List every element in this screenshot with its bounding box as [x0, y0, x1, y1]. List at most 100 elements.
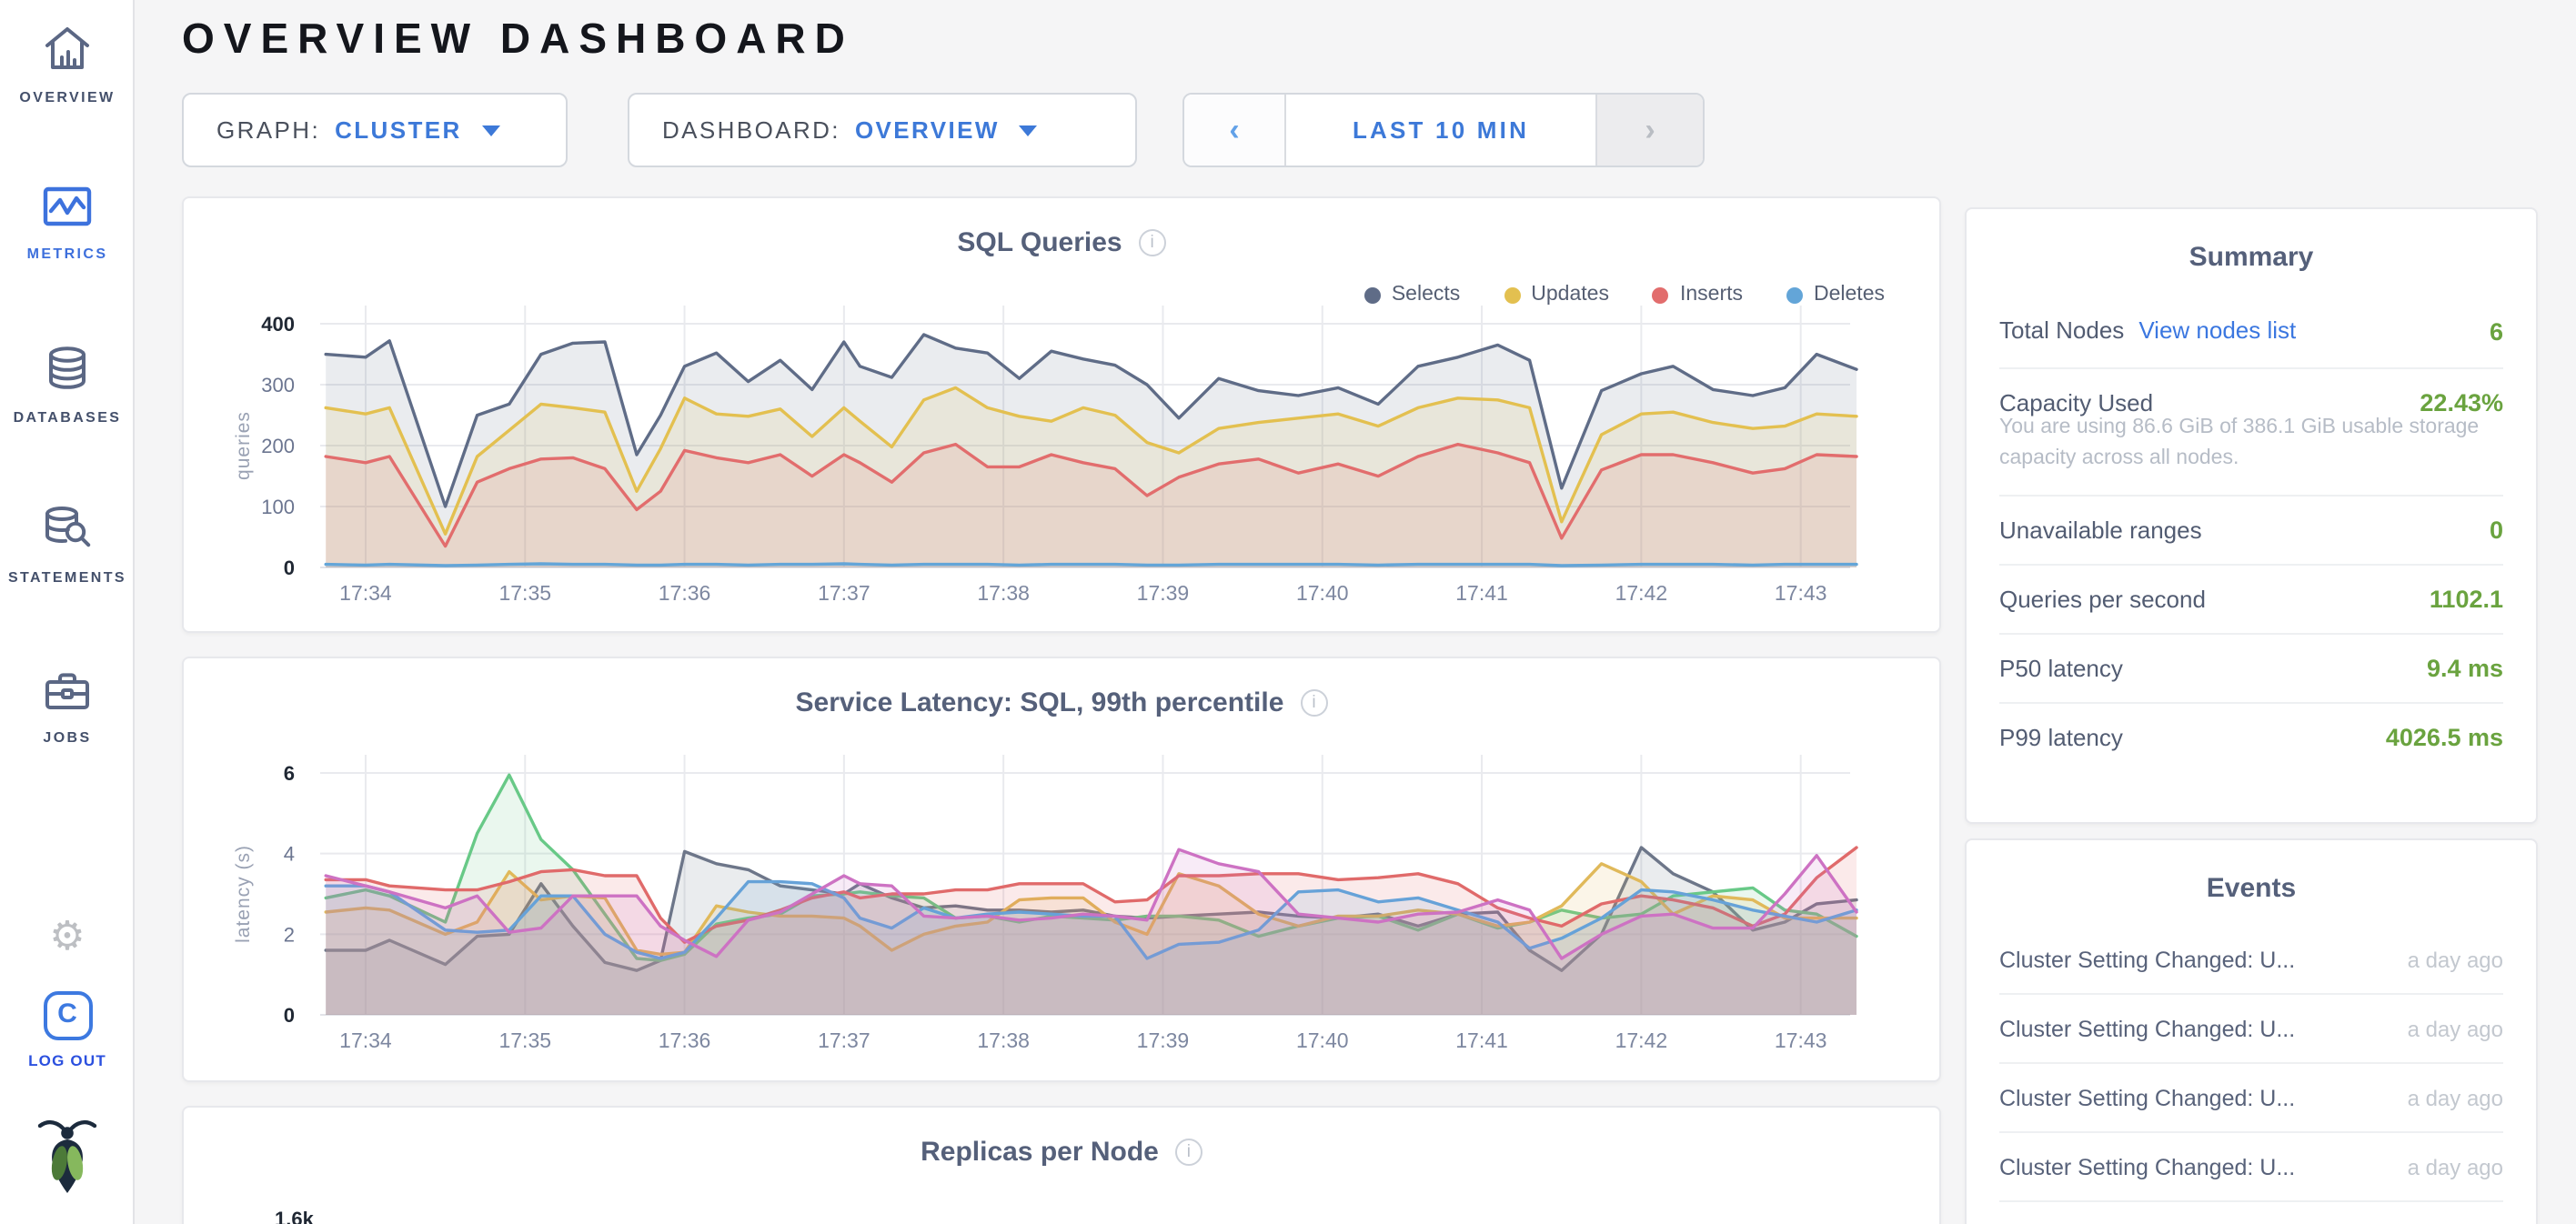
service-latency-chart: 0 2 4 6 17:34 17:35 17:36 17:37 17:38 17:39 17:40 1…	[184, 658, 1943, 1084]
time-prev-button[interactable]: ‹	[1184, 95, 1284, 166]
statements-search-icon	[40, 502, 95, 557]
time-range-selector: ‹ LAST 10 MIN ›	[1182, 93, 1705, 167]
event-title: Cluster Setting Changed: U...	[1999, 1016, 2295, 1041]
unavailable-ranges-value: 0	[2490, 516, 2503, 543]
event-row[interactable]: Cluster Setting Changed: U... a day ago	[1999, 993, 2503, 1062]
service-latency-panel: Service Latency: SQL, 99th percentilei 0…	[182, 657, 1941, 1082]
cockroach-bug-icon	[29, 1113, 106, 1197]
svg-text:17:40: 17:40	[1296, 581, 1349, 605]
home-icon	[40, 22, 95, 76]
sidebar-item-label: METRICS	[0, 246, 135, 262]
svg-text:17:36: 17:36	[659, 1028, 711, 1052]
info-icon[interactable]: i	[1175, 1139, 1202, 1166]
event-row[interactable]: Cluster Setting Changed: U... a day ago	[1999, 926, 2503, 993]
sidebar-item-label: DATABASES	[0, 409, 135, 426]
svg-text:17:42: 17:42	[1615, 1028, 1668, 1052]
controls-bar: GRAPH: CLUSTER DASHBOARD: OVERVIEW ‹ LAS…	[182, 93, 1705, 167]
svg-text:17:38: 17:38	[977, 581, 1030, 605]
event-row[interactable]: Cluster Setting Changed: U... a day ago	[1999, 1131, 2503, 1200]
qps-value: 1102.1	[2430, 585, 2503, 612]
replicas-per-node-panel: Replicas per Node i 1.6k	[182, 1106, 1941, 1224]
time-range-display[interactable]: LAST 10 MIN	[1284, 95, 1597, 166]
event-time: a day ago	[2408, 1154, 2503, 1179]
svg-text:17:42: 17:42	[1615, 581, 1668, 605]
dashboard-selector-label: DASHBOARD:	[662, 116, 840, 144]
svg-text:17:39: 17:39	[1137, 581, 1190, 605]
chevron-down-icon	[482, 125, 500, 135]
svg-text:17:35: 17:35	[498, 1028, 551, 1052]
summary-panel: Summary Total NodesView nodes list 6 Cap…	[1965, 207, 2538, 824]
cockroachdb-logo[interactable]	[0, 1113, 135, 1206]
svg-text:17:35: 17:35	[498, 581, 551, 605]
svg-text:17:43: 17:43	[1775, 1028, 1827, 1052]
event-time: a day ago	[2408, 947, 2503, 972]
summary-row-unavailable-ranges: Unavailable ranges 0	[1999, 494, 2503, 563]
svg-text:0: 0	[284, 557, 295, 579]
page-title: OVERVIEW DASHBOARD	[182, 15, 854, 64]
sidebar-item-overview[interactable]: OVERVIEW	[0, 22, 135, 105]
overview-dashboard-page: OVERVIEW METRICS DATABASES	[0, 0, 2576, 1224]
svg-text:2: 2	[284, 923, 295, 946]
summary-row-p99: P99 latency 4026.5 ms	[1999, 701, 2503, 770]
summary-row-total-nodes: Total NodesView nodes list 6	[1999, 295, 2503, 367]
event-time: a day ago	[2408, 1016, 2503, 1041]
svg-text:4: 4	[284, 843, 295, 866]
sidebar-item-jobs[interactable]: JOBS	[0, 666, 135, 746]
sidebar-item-label: OVERVIEW	[0, 89, 135, 105]
svg-text:17:37: 17:37	[818, 1028, 870, 1052]
p50-latency-value: 9.4 ms	[2427, 654, 2503, 681]
svg-text:6: 6	[284, 762, 295, 785]
event-time: a day ago	[2408, 1085, 2503, 1110]
svg-text:queries: queries	[233, 411, 254, 480]
sidebar-item-metrics[interactable]: METRICS	[0, 182, 135, 262]
briefcase-icon	[40, 666, 95, 717]
summary-row-p50: P50 latency 9.4 ms	[1999, 632, 2503, 701]
dashboard-selector[interactable]: DASHBOARD: OVERVIEW	[628, 93, 1137, 167]
chevron-down-icon	[1020, 125, 1038, 135]
p99-latency-label: P99 latency	[1999, 723, 2123, 750]
svg-text:17:38: 17:38	[977, 1028, 1030, 1052]
event-row[interactable]: Cluster Setting Changed: U...a day ago	[1999, 1200, 2503, 1224]
metrics-chart-icon	[40, 182, 95, 233]
sidebar-item-label: STATEMENTS	[0, 569, 135, 586]
capacity-caption: You are using 86.6 GiB of 386.1 GiB usab…	[1999, 413, 2503, 494]
svg-text:300: 300	[261, 374, 295, 396]
svg-text:17:40: 17:40	[1296, 1028, 1349, 1052]
p50-latency-label: P50 latency	[1999, 654, 2123, 681]
svg-text:17:37: 17:37	[818, 581, 870, 605]
event-title: Cluster Setting Changed: U...	[1999, 1154, 2295, 1179]
svg-text:17:34: 17:34	[339, 581, 392, 605]
sidebar-item-databases[interactable]: DATABASES	[0, 342, 135, 426]
view-nodes-list-link[interactable]: View nodes list	[2138, 316, 2296, 344]
qps-label: Queries per second	[1999, 585, 2206, 612]
time-next-button[interactable]: ›	[1597, 95, 1703, 166]
event-title: Cluster Setting Changed: U...	[1999, 947, 2295, 972]
svg-text:17:43: 17:43	[1775, 581, 1827, 605]
svg-text:17:41: 17:41	[1455, 1028, 1508, 1052]
p99-latency-value: 4026.5 ms	[2386, 723, 2503, 750]
cockroach-c-icon: C	[43, 991, 92, 1040]
graph-selector-label: GRAPH:	[216, 116, 320, 144]
sidebar-item-label: JOBS	[0, 729, 135, 746]
svg-text:400: 400	[261, 313, 295, 336]
gear-icon[interactable]: ⚙	[0, 913, 135, 960]
events-panel: Events Cluster Setting Changed: U... a da…	[1965, 838, 2538, 1224]
svg-text:0: 0	[284, 1004, 295, 1027]
graph-selector-value: CLUSTER	[335, 116, 462, 144]
event-row[interactable]: Cluster Setting Changed: U...a day ago	[1999, 1062, 2503, 1131]
events-list: Cluster Setting Changed: U... a day ago Cl…	[1999, 926, 2503, 1224]
events-title: Events	[1999, 866, 2503, 926]
svg-text:17:39: 17:39	[1137, 1028, 1190, 1052]
sidebar-item-statements[interactable]: STATEMENTS	[0, 502, 135, 586]
logout-label: LOG OUT	[0, 1051, 135, 1069]
graph-selector[interactable]: GRAPH: CLUSTER	[182, 93, 568, 167]
logout-button[interactable]: C LOG OUT	[0, 991, 135, 1069]
replicas-ytick-label: 1.6k	[275, 1209, 314, 1224]
chart-title: Replicas per Node	[921, 1137, 1159, 1168]
svg-text:17:34: 17:34	[339, 1028, 392, 1052]
svg-text:latency (s): latency (s)	[233, 845, 254, 943]
sql-queries-chart: 010020030040017:3417:3517:3617:3717:3817…	[184, 198, 1943, 635]
database-icon	[40, 342, 95, 396]
summary-title: Summary	[1999, 235, 2503, 295]
svg-text:17:41: 17:41	[1455, 581, 1508, 605]
